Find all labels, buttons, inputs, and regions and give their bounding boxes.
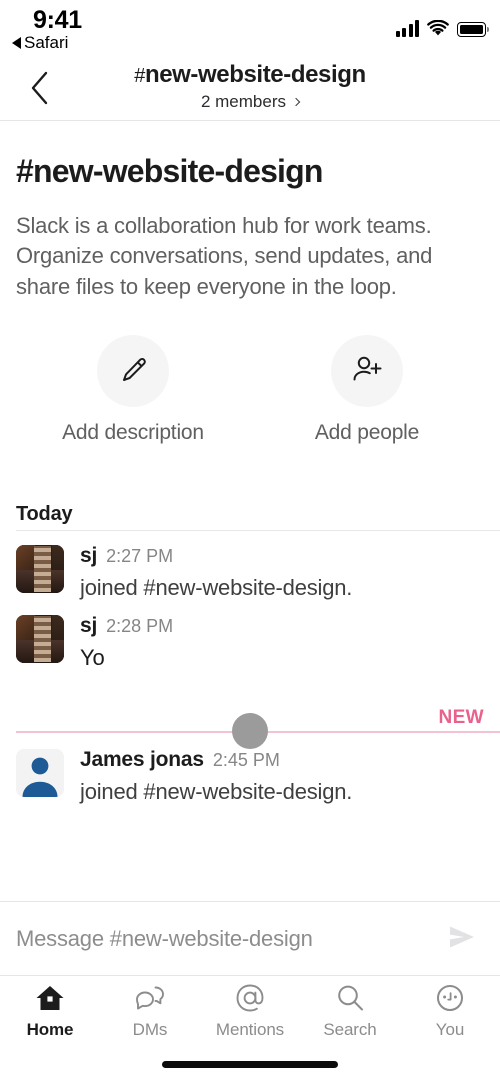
message-list: sj 2:27 PM joined #new-website-design. s… (0, 531, 500, 671)
message-body: sj 2:27 PM joined #new-website-design. (80, 545, 484, 601)
speech-bubbles-icon (135, 982, 165, 1014)
message-row[interactable]: sj 2:27 PM joined #new-website-design. (16, 531, 484, 601)
channel-intro: #new-website-design Slack is a collabora… (0, 121, 500, 302)
member-count-button[interactable]: 2 members (134, 92, 366, 112)
tab-dms[interactable]: DMs (100, 982, 200, 1040)
cellular-signal-icon (395, 20, 419, 37)
message-author[interactable]: sj (80, 545, 97, 566)
add-people-label: Add people (314, 421, 420, 445)
tab-you-label: You (435, 1020, 465, 1039)
channel-navbar: #new-website-design 2 members (0, 60, 500, 121)
day-divider-line (16, 530, 500, 532)
page-title: #new-website-design (16, 153, 323, 189)
magnifier-icon (335, 982, 365, 1014)
tab-search-label: Search (323, 1020, 377, 1039)
home-indicator (162, 1061, 338, 1068)
tab-you[interactable]: You (400, 982, 500, 1040)
home-icon (35, 982, 65, 1014)
message-header: sj 2:28 PM (80, 615, 484, 636)
add-person-icon (351, 354, 383, 389)
add-description-button[interactable]: Add description (16, 335, 250, 445)
message-timestamp: 2:28 PM (106, 616, 174, 637)
message-row[interactable]: sj 2:28 PM Yo (16, 601, 484, 671)
tab-search[interactable]: Search (300, 982, 400, 1040)
message-composer (0, 901, 500, 976)
tab-mentions[interactable]: Mentions (200, 982, 300, 1040)
status-bar-indicators (395, 19, 490, 37)
unread-marker-dot[interactable] (232, 713, 268, 750)
message-body: sj 2:28 PM Yo (80, 615, 484, 671)
return-to-safari-button[interactable]: Safari (12, 33, 68, 53)
default-person-avatar-icon (22, 757, 58, 798)
tab-home-label: Home (26, 1020, 74, 1039)
message-text: joined #new-website-design. (80, 575, 353, 601)
hash-icon: # (134, 65, 145, 87)
send-paper-plane-icon (447, 924, 477, 953)
day-divider-label: Today (16, 502, 81, 526)
tab-mentions-label: Mentions (215, 1020, 285, 1039)
add-description-label: Add description (62, 421, 204, 445)
message-input[interactable] (16, 925, 430, 952)
wifi-icon (427, 19, 449, 37)
add-description-icon-circle (97, 335, 169, 408)
avatar[interactable] (16, 749, 64, 798)
new-divider-label: NEW (438, 707, 484, 729)
add-people-button[interactable]: Add people (250, 335, 484, 445)
navbar-title-block[interactable]: #new-website-design 2 members (134, 60, 366, 112)
message-text: Yo (80, 645, 105, 671)
day-divider[interactable]: Today (0, 497, 500, 532)
status-bar: 9:41 Safari (0, 0, 500, 60)
message-row[interactable]: James jonas 2:45 PM joined #new-website-… (16, 743, 484, 805)
message-author[interactable]: sj (80, 615, 97, 636)
channel-actions: Add description Add people (0, 335, 500, 445)
message-list-unread: James jonas 2:45 PM joined #new-website-… (0, 743, 500, 805)
member-count-label: 2 members (200, 92, 286, 111)
message-timestamp: 2:27 PM (106, 546, 174, 567)
channel-scroll-area[interactable]: #new-website-design Slack is a collabora… (0, 121, 500, 901)
tab-dms-label: DMs (132, 1020, 168, 1039)
avatar[interactable] (16, 615, 64, 664)
back-app-label: Safari (24, 33, 69, 52)
message-header: James jonas 2:45 PM (80, 749, 484, 770)
chevron-right-icon (291, 97, 301, 106)
message-body: James jonas 2:45 PM joined #new-website-… (80, 749, 484, 805)
send-button[interactable] (440, 917, 484, 961)
navbar-channel-title: #new-website-design (134, 61, 366, 89)
slack-channel-screen: 9:41 Safari #new-website-design 2 member… (0, 0, 500, 1080)
message-author[interactable]: James jonas (80, 749, 204, 770)
add-people-icon-circle (331, 335, 403, 408)
avatar[interactable] (16, 545, 64, 594)
face-circle-icon (435, 982, 465, 1014)
status-bar-time: 9:41 (33, 6, 82, 34)
navbar-channel-name: new-website-design (144, 61, 366, 88)
message-header: sj 2:27 PM (80, 545, 484, 566)
message-text: joined #new-website-design. (80, 779, 353, 805)
tab-home[interactable]: Home (0, 982, 100, 1040)
channel-description: Slack is a collaboration hub for work te… (16, 213, 433, 299)
back-button[interactable] (22, 70, 58, 106)
battery-full-icon (457, 22, 490, 37)
pencil-icon (118, 354, 148, 389)
message-timestamp: 2:45 PM (212, 750, 280, 771)
at-sign-icon (235, 982, 265, 1014)
new-messages-divider: NEW (0, 699, 500, 750)
triangle-left-icon (12, 37, 21, 49)
